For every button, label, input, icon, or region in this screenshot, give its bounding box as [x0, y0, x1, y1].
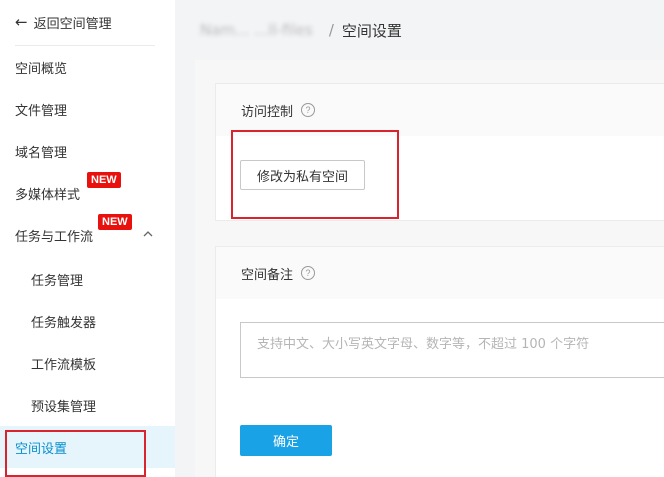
sidebar-item-label: 工作流模板: [31, 357, 97, 373]
sidebar-item-label: 预设集管理: [31, 399, 97, 415]
sidebar-item-workflow-templates[interactable]: 工作流模板: [0, 342, 175, 384]
confirm-button[interactable]: 确定: [240, 425, 332, 456]
sidebar-item-space-settings[interactable]: 空间设置: [0, 426, 175, 468]
breadcrumb: Nam... ...ll-files / 空间设置: [200, 18, 402, 42]
sidebar-item-label: 多媒体样式 NEW: [15, 171, 121, 203]
sidebar-item-label: 文件管理: [15, 103, 68, 119]
sidebar-item-text: 多媒体样式: [15, 187, 81, 203]
access-control-title: 访问控制: [241, 104, 294, 120]
sidebar-item-label: 任务触发器: [31, 315, 97, 331]
sidebar-item-label: 空间设置: [15, 441, 68, 457]
new-badge: NEW: [98, 213, 132, 230]
back-label: 返回空间管理: [33, 17, 112, 32]
sidebar-item-label: 空间概览: [15, 61, 68, 77]
access-control-card: 访问控制 ?: [215, 83, 664, 221]
back-to-space-management[interactable]: ← 返回空间管理: [15, 0, 155, 46]
breadcrumb-parent[interactable]: Nam... ...ll-files: [200, 21, 313, 39]
sidebar-item-text: 任务与工作流: [15, 229, 94, 245]
space-remark-header: 空间备注 ?: [216, 247, 664, 299]
sidebar-item-task-management[interactable]: 任务管理: [0, 258, 175, 300]
sidebar-item-presets[interactable]: 预设集管理: [0, 384, 175, 426]
sidebar-item-label: 任务与工作流 NEW: [15, 213, 132, 245]
breadcrumb-separator: /: [328, 21, 334, 39]
sidebar: ← 返回空间管理 空间概览 文件管理 域名管理 多媒体样式 NEW 任务与工作流…: [0, 0, 175, 477]
sidebar-item-label: 域名管理: [15, 145, 68, 161]
space-remark-input[interactable]: [240, 322, 664, 378]
space-remark-title: 空间备注: [241, 267, 294, 283]
help-icon[interactable]: ?: [301, 266, 316, 280]
chevron-up-icon[interactable]: [142, 228, 154, 240]
sidebar-item-media-styles[interactable]: 多媒体样式 NEW: [0, 171, 175, 214]
sidebar-item-domains[interactable]: 域名管理: [0, 130, 175, 172]
sidebar-item-files[interactable]: 文件管理: [0, 88, 175, 130]
help-icon[interactable]: ?: [301, 103, 316, 117]
sidebar-item-label: 任务管理: [31, 273, 84, 289]
access-control-header: 访问控制 ?: [216, 84, 664, 136]
sidebar-item-task-triggers[interactable]: 任务触发器: [0, 300, 175, 342]
page-title: 空间设置: [341, 21, 402, 40]
arrow-left-icon: ←: [15, 13, 28, 31]
sidebar-item-tasks-workflows[interactable]: 任务与工作流 NEW: [0, 213, 175, 256]
new-badge: NEW: [87, 171, 121, 188]
sidebar-item-overview[interactable]: 空间概览: [0, 46, 175, 88]
make-private-button[interactable]: 修改为私有空间: [240, 160, 366, 190]
